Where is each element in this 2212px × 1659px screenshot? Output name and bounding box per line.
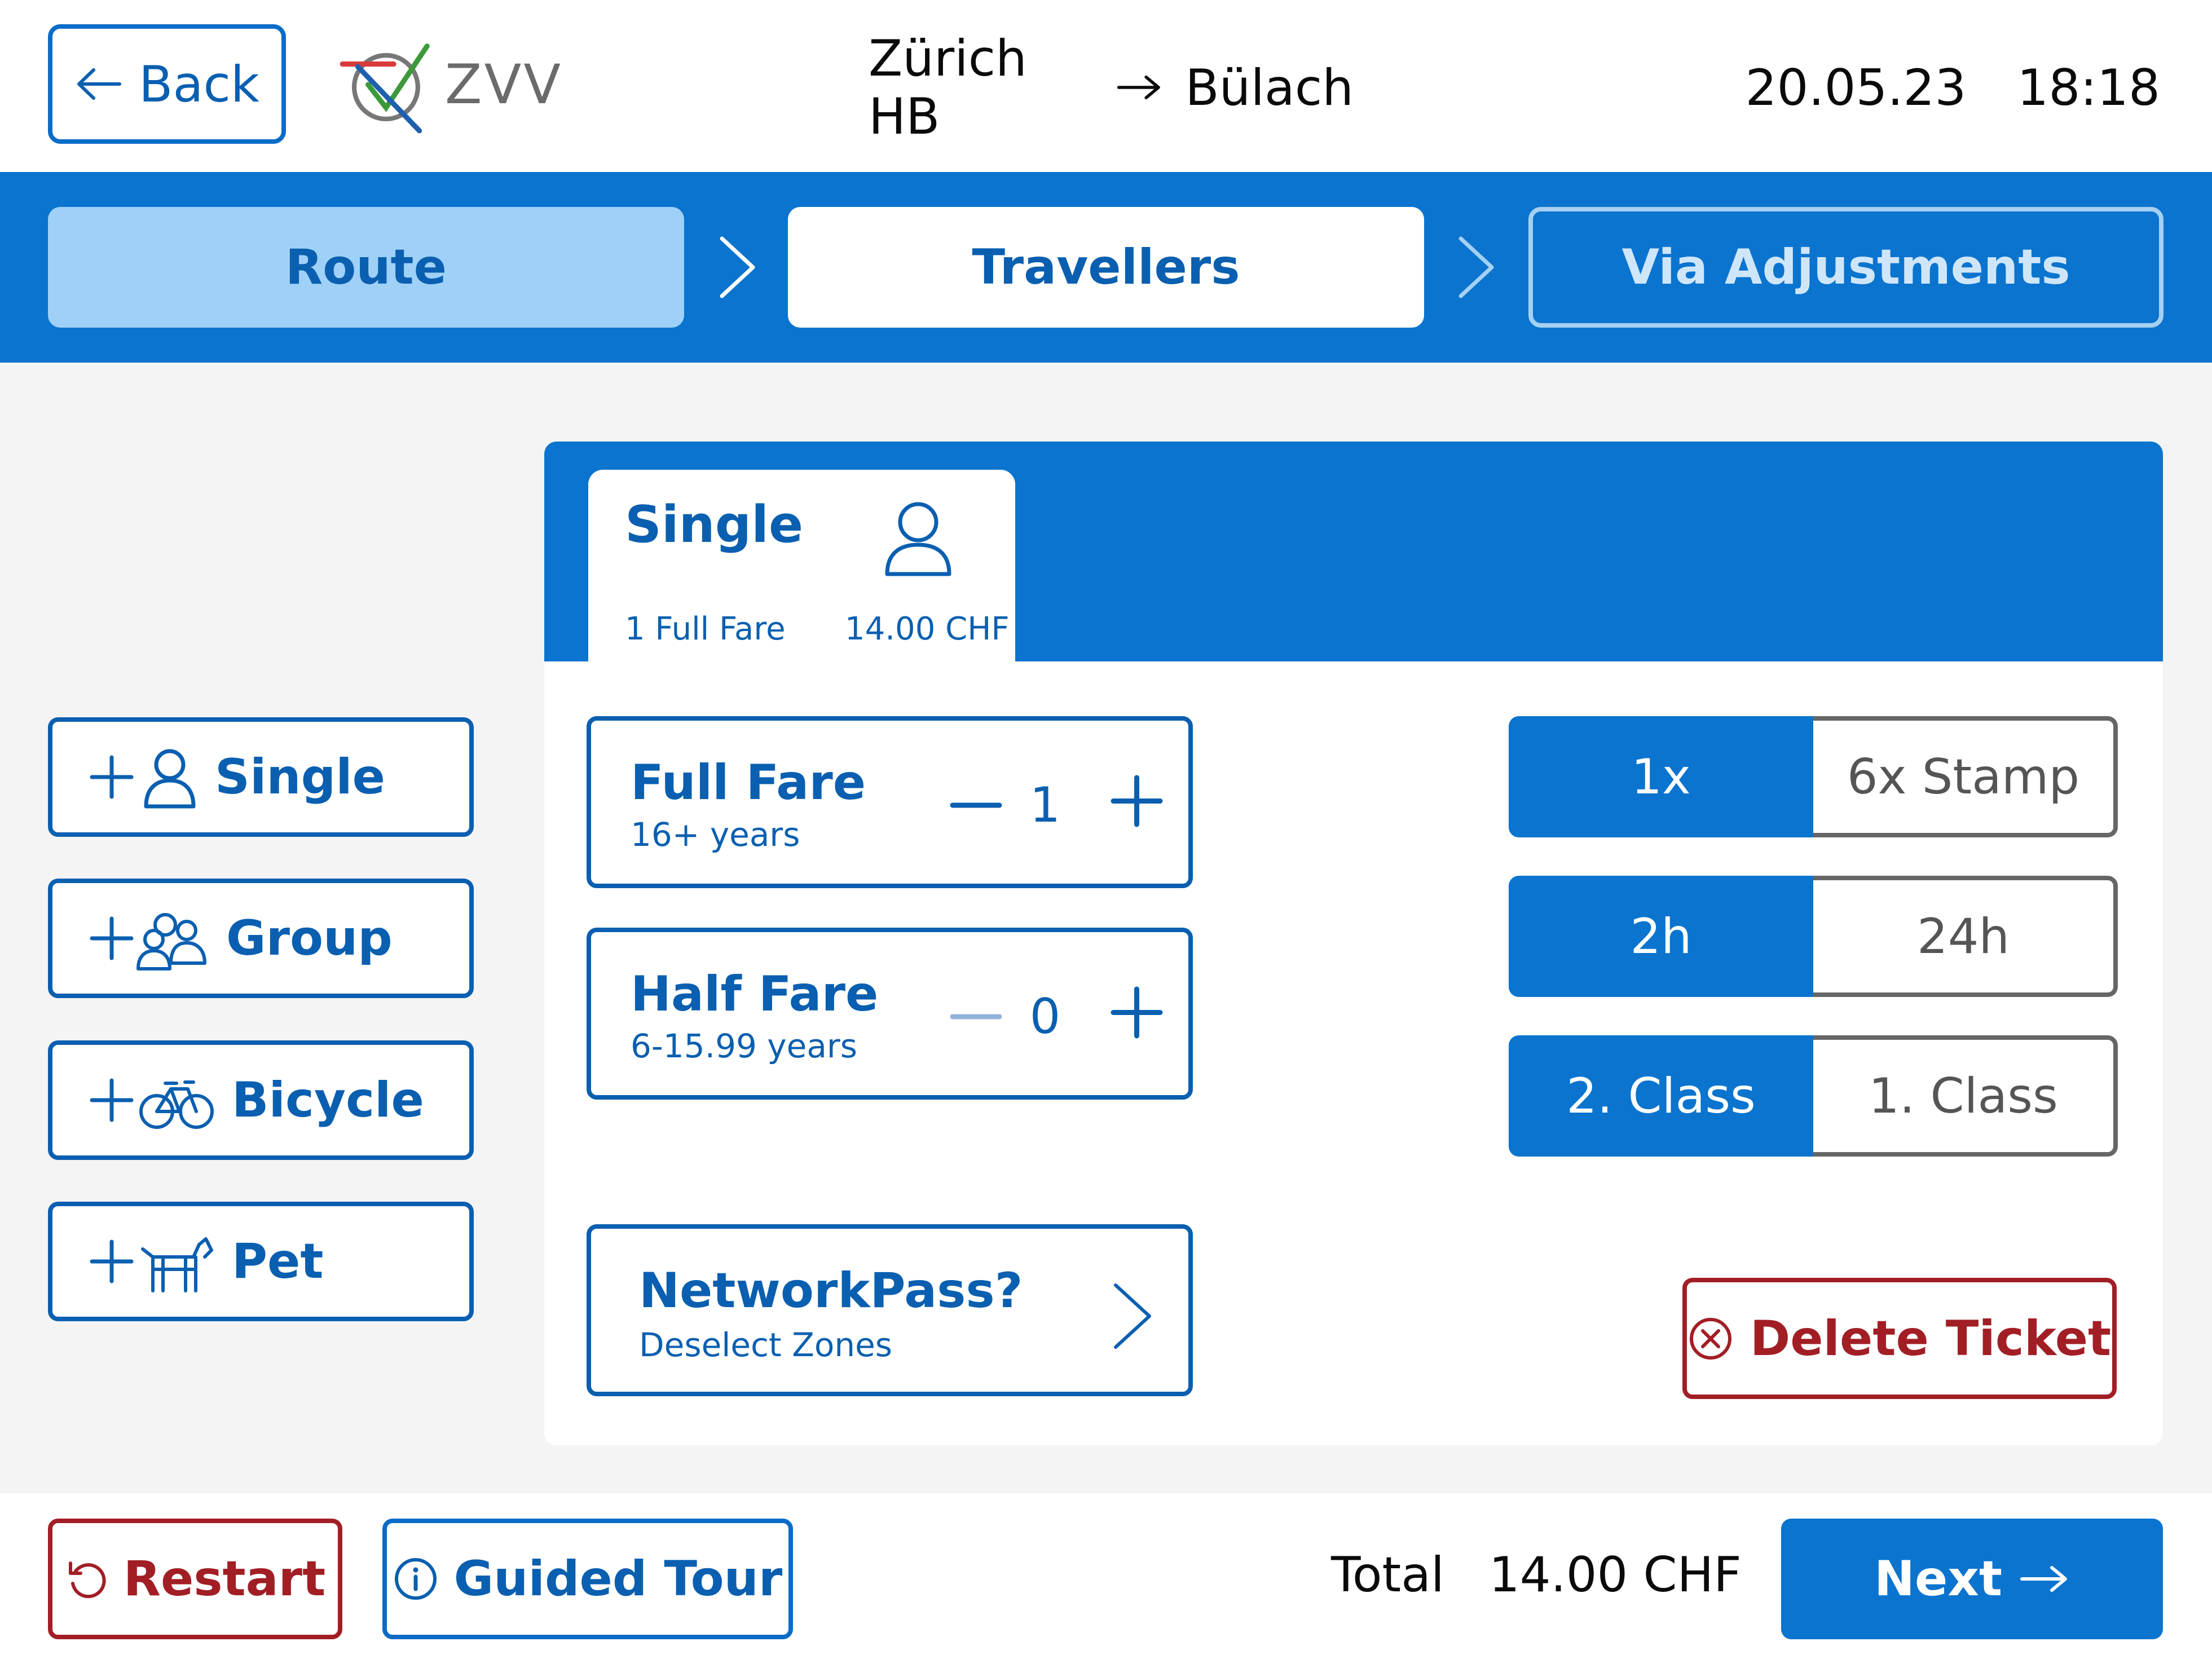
chevron-right-icon (1114, 1283, 1151, 1349)
total-label: Total (1331, 1547, 1444, 1603)
chevron-right-icon (1458, 236, 1494, 298)
arrow-left-icon (77, 68, 122, 100)
datetime: 20.05.23 18:18 (1746, 51, 2160, 124)
step-route-label: Route (285, 239, 447, 295)
duration-toggle: 2h 24h (1509, 876, 2118, 997)
class-option-selected[interactable]: 2. Class (1509, 1035, 1813, 1157)
back-button[interactable]: Back (48, 24, 286, 144)
trips-toggle: 1x 6x Stamp (1509, 716, 2118, 837)
progress-stepper: Route Travellers Via Adjustments (0, 172, 2212, 363)
header-bar: Back ZVV Zürich HB Bülach 20.05.23 18:18 (0, 0, 2212, 172)
ticket-tab-fare-summary: 1 Full Fare (625, 611, 786, 647)
add-pet-button[interactable]: Pet (48, 1202, 474, 1321)
restart-button[interactable]: Restart (48, 1519, 342, 1639)
network-pass-button[interactable]: NetworkPass? Deselect Zones (587, 1224, 1193, 1396)
fare-count: 1 (1029, 777, 1061, 833)
person-icon (885, 502, 951, 576)
total-value: 14.00 CHF (1489, 1547, 1742, 1603)
ticket-tab-price: 14.00 CHF (845, 611, 1010, 647)
duration-option-24h[interactable]: 24h (1813, 876, 2118, 997)
back-button-label: Back (139, 55, 259, 113)
arrow-right-icon (1117, 75, 1160, 100)
close-circle-icon (1689, 1317, 1731, 1360)
trips-option-stamp[interactable]: 6x Stamp (1813, 716, 2118, 837)
time-text: 18:18 (2017, 58, 2160, 117)
step-via-adjustments[interactable]: Via Adjustments (1528, 207, 2163, 328)
chevron-right-icon (720, 236, 755, 298)
add-group-label: Group (226, 910, 393, 967)
add-person-icon (90, 749, 196, 809)
delete-ticket-button[interactable]: Delete Ticket (1682, 1278, 2117, 1399)
restart-icon (68, 1561, 106, 1599)
fare-age: 16+ years (631, 815, 800, 854)
ticket-tab-single[interactable]: Single 1 Full Fare 14.00 CHF (588, 470, 1015, 664)
add-single-button[interactable]: Single (48, 717, 474, 837)
route-title: Zürich HB Bülach (869, 29, 1354, 145)
network-pass-subtitle: Deselect Zones (639, 1326, 892, 1364)
add-single-label: Single (215, 749, 386, 805)
fare-name: Half Fare (631, 966, 879, 1022)
add-pet-icon (90, 1237, 213, 1292)
delete-ticket-label: Delete Ticket (1750, 1310, 2112, 1367)
step-route[interactable]: Route (48, 207, 684, 328)
zvv-logo: ZVV (337, 31, 563, 138)
footer-bar: Restart Guided Tour Total 14.00 CHF Next (0, 1493, 2212, 1659)
restart-label: Restart (123, 1551, 326, 1607)
add-bicycle-icon (90, 1078, 214, 1129)
plus-icon[interactable] (1110, 986, 1164, 1039)
fare-count: 0 (1029, 989, 1061, 1045)
decrement-button[interactable] (949, 994, 1003, 1039)
step-travellers[interactable]: Travellers (788, 207, 1424, 328)
add-pet-label: Pet (232, 1233, 324, 1290)
logo-text: ZVV (444, 53, 563, 116)
minus-icon (950, 802, 1002, 808)
origin-station: Zürich HB (869, 29, 1027, 145)
network-pass-title: NetworkPass? (639, 1263, 1023, 1319)
minus-icon (950, 1014, 1002, 1020)
date-text: 20.05.23 (1745, 58, 1967, 117)
add-bicycle-label: Bicycle (232, 1072, 424, 1128)
guided-tour-button[interactable]: Guided Tour (382, 1519, 793, 1639)
add-group-button[interactable]: Group (48, 879, 474, 998)
arrow-right-icon (2020, 1566, 2067, 1592)
next-button[interactable]: Next (1781, 1519, 2163, 1639)
full-fare-stepper: Full Fare 16+ years 1 (587, 716, 1193, 888)
destination-station: Bülach (1185, 58, 1354, 117)
next-label: Next (1874, 1551, 2002, 1607)
half-fare-stepper: Half Fare 6-15.99 years 0 (587, 928, 1193, 1100)
fare-age: 6-15.99 years (631, 1027, 857, 1065)
step-travellers-label: Travellers (972, 239, 1240, 295)
trips-option-selected[interactable]: 1x (1509, 716, 1813, 837)
zvv-logo-icon (340, 43, 430, 134)
ticket-tab-title: Single (625, 495, 804, 554)
info-icon (394, 1558, 437, 1600)
add-bicycle-button[interactable]: Bicycle (48, 1040, 474, 1160)
add-group-icon (90, 913, 206, 970)
class-option-first[interactable]: 1. Class (1813, 1035, 2118, 1157)
plus-icon[interactable] (1110, 774, 1164, 828)
guided-tour-label: Guided Tour (453, 1551, 783, 1607)
step-via-label: Via Adjustments (1621, 239, 2070, 295)
decrement-button[interactable] (949, 783, 1003, 828)
class-toggle: 2. Class 1. Class (1509, 1035, 2118, 1157)
fare-name: Full Fare (631, 755, 866, 811)
duration-option-selected[interactable]: 2h (1509, 876, 1813, 997)
ticket-card: Single 1 Full Fare 14.00 CHF Full Fare 1… (544, 442, 2163, 1445)
